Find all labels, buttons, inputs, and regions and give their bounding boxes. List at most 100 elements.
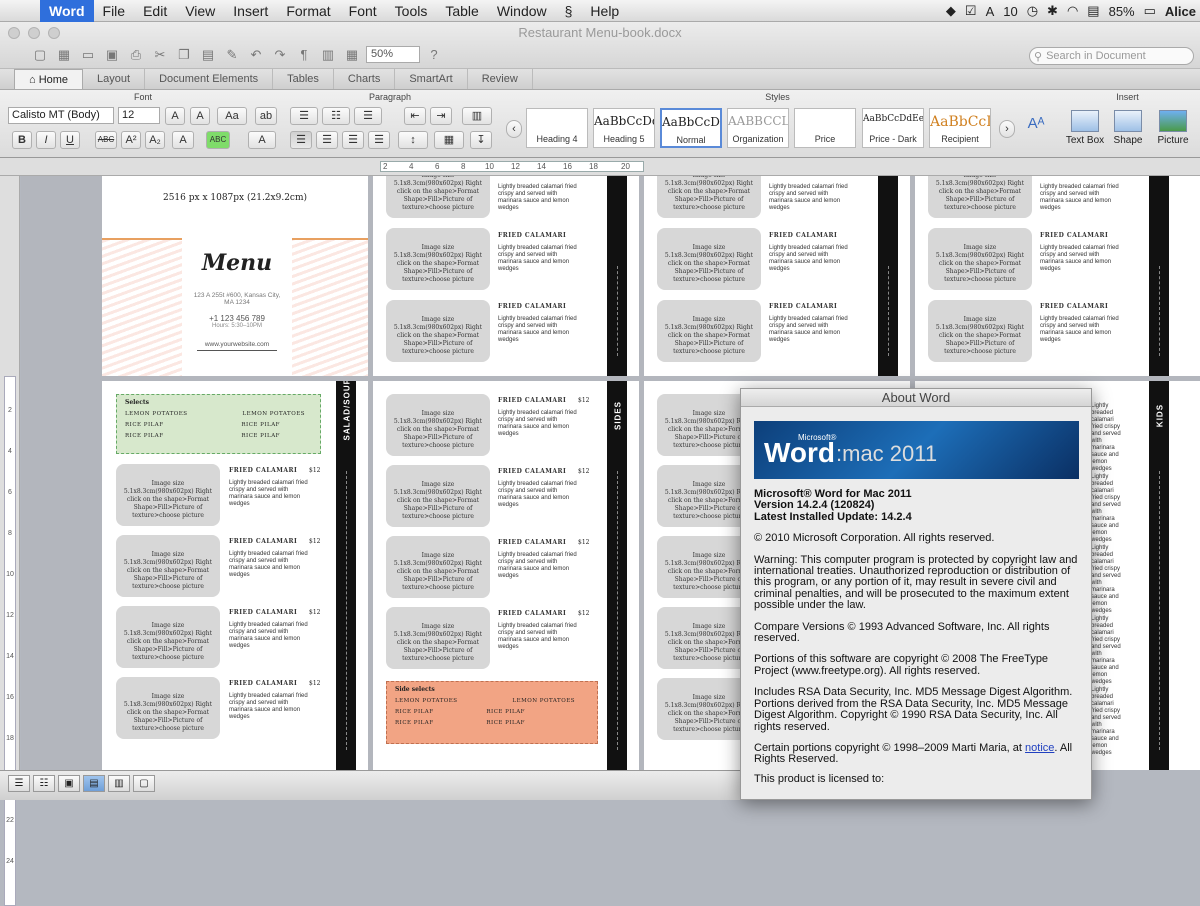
underline-button[interactable]: U xyxy=(60,131,80,149)
open-icon[interactable]: ▭ xyxy=(78,47,98,63)
menu-table[interactable]: Table xyxy=(436,0,487,22)
styles-next-icon[interactable]: › xyxy=(999,120,1015,138)
menu-file[interactable]: File xyxy=(94,0,135,22)
image-placeholder[interactable]: Image size 5.1x8.3cm(980x602px) Right cl… xyxy=(386,607,490,669)
image-placeholder[interactable]: Image size 5.1x8.3cm(980x602px) Right cl… xyxy=(657,300,761,362)
clear-format-button[interactable]: ab xyxy=(255,107,277,125)
image-placeholder[interactable]: Image size 5.1x8.3cm(980x602px) Right cl… xyxy=(386,300,490,362)
tab-charts[interactable]: Charts xyxy=(334,69,396,89)
align-left-icon[interactable]: ☰ xyxy=(290,131,312,149)
bullets-icon[interactable]: ☰ xyxy=(290,107,318,125)
tab-smartart[interactable]: SmartArt xyxy=(395,69,468,89)
elephant-icon[interactable]: ◆ xyxy=(946,3,956,19)
style-recipient[interactable]: AaBbCcI Recipient xyxy=(929,108,991,148)
paste-icon[interactable]: ▤ xyxy=(198,47,218,63)
line-spacing-icon[interactable]: ↕ xyxy=(398,131,428,149)
image-placeholder[interactable]: Image size 5.1x8.3cm(980x602px) Right cl… xyxy=(386,536,490,598)
image-placeholder[interactable]: Image size 5.1x8.3cm(980x602px) Right cl… xyxy=(386,228,490,290)
image-placeholder[interactable]: Image size 5.1x8.3cm(980x602px) Right cl… xyxy=(116,464,220,526)
save-icon[interactable]: ▣ xyxy=(102,47,122,63)
notebook-view-icon[interactable]: ▥ xyxy=(108,775,130,792)
styles-prev-icon[interactable]: ‹ xyxy=(506,120,522,138)
insert-picture-button[interactable]: Picture xyxy=(1150,110,1196,146)
templates-icon[interactable]: ▦ xyxy=(54,47,74,63)
adobe-icon[interactable]: A xyxy=(986,4,995,19)
focus-view-icon[interactable]: ▢ xyxy=(133,775,155,792)
pilcrow-icon[interactable]: ¶ xyxy=(294,47,314,63)
image-placeholder[interactable]: Image size 5.1x8.3cm(980x602px) Right cl… xyxy=(116,606,220,668)
battery-icon[interactable]: ▭ xyxy=(1144,3,1156,19)
new-doc-icon[interactable]: ▢ xyxy=(30,47,50,63)
help-icon[interactable]: ? xyxy=(424,47,444,63)
font-size-select[interactable]: 12 xyxy=(118,107,160,124)
notice-link[interactable]: notice xyxy=(1025,742,1054,754)
image-placeholder[interactable]: Image size 5.1x8.3cm(980x602px) Right cl… xyxy=(928,176,1032,218)
strikethrough-button[interactable]: ABC xyxy=(95,131,117,149)
align-center-icon[interactable]: ☰ xyxy=(316,131,338,149)
manage-styles-icon[interactable]: Aᴬ xyxy=(1022,106,1050,144)
image-placeholder[interactable]: Image size 5.1x8.3cm(980x602px) Right cl… xyxy=(116,677,220,739)
superscript-button[interactable]: A² xyxy=(121,131,141,149)
menu-view[interactable]: View xyxy=(176,0,224,22)
shrink-font-button[interactable]: A xyxy=(190,107,210,125)
justify-icon[interactable]: ☰ xyxy=(368,131,390,149)
flag-icon[interactable]: ▤ xyxy=(1087,3,1099,19)
cut-icon[interactable]: ✂ xyxy=(150,47,170,63)
menu-font[interactable]: Font xyxy=(340,0,386,22)
numbering-icon[interactable]: ☷ xyxy=(322,107,350,125)
image-placeholder[interactable]: Image size 5.1x8.3cm(980x602px) Right cl… xyxy=(386,465,490,527)
style-normal[interactable]: AaBbCcDdI Normal xyxy=(660,108,722,148)
change-case-button[interactable]: Aa xyxy=(217,107,247,125)
check-icon[interactable]: ☑ xyxy=(965,3,977,19)
sidebar-icon[interactable]: ▥ xyxy=(318,47,338,63)
subscript-button[interactable]: A₂ xyxy=(145,131,165,149)
style-organization[interactable]: AABBCCL Organization xyxy=(727,108,789,148)
format-painter-icon[interactable]: ✎ xyxy=(222,47,242,63)
print-icon[interactable]: ⎙ xyxy=(126,47,146,63)
highlight-button[interactable]: ABC xyxy=(206,131,230,149)
wifi-icon[interactable]: ◠ xyxy=(1067,3,1078,19)
grow-font-button[interactable]: A xyxy=(165,107,185,125)
tab-home[interactable]: ⌂ Home xyxy=(14,69,84,89)
text-effects-button[interactable]: A xyxy=(248,131,276,149)
user-name[interactable]: Alice xyxy=(1165,4,1196,19)
image-placeholder[interactable]: Image size 5.1x8.3cm(980x602px) Right cl… xyxy=(657,228,761,290)
menu-window[interactable]: Window xyxy=(488,0,556,22)
publishing-view-icon[interactable]: ▣ xyxy=(58,775,80,792)
redo-icon[interactable]: ↷ xyxy=(270,47,290,63)
tab-review[interactable]: Review xyxy=(468,69,533,89)
increase-indent-icon[interactable]: ⇥ xyxy=(430,107,452,125)
horizontal-ruler[interactable]: 2 4 6 8 10 12 14 16 18 20 xyxy=(0,158,1200,176)
image-placeholder[interactable]: Image size 5.1x8.3cm(980x602px) Right cl… xyxy=(116,535,220,597)
search-input[interactable]: ⚲ Search in Document xyxy=(1029,47,1194,65)
sort-icon[interactable]: ↧ xyxy=(470,131,492,149)
italic-button[interactable]: I xyxy=(36,131,56,149)
columns-icon[interactable]: ▥ xyxy=(462,107,492,125)
bluetooth-icon[interactable]: ✱ xyxy=(1047,3,1058,19)
image-placeholder[interactable]: Image size 5.1x8.3cm(980x602px) Right cl… xyxy=(386,176,490,218)
insert-shape-button[interactable]: Shape xyxy=(1108,110,1148,146)
image-placeholder[interactable]: Image size 5.1x8.3cm(980x602px) Right cl… xyxy=(657,176,761,218)
shading-icon[interactable]: ▦ xyxy=(434,131,464,149)
vertical-ruler[interactable]: 24681012141618202224 xyxy=(0,176,20,906)
script-icon[interactable]: § xyxy=(556,0,582,22)
style-price-dark[interactable]: AaBbCcDdEe Price - Dark xyxy=(862,108,924,148)
menu-format[interactable]: Format xyxy=(277,0,339,22)
image-placeholder[interactable]: Image size 5.1x8.3cm(980x602px) Right cl… xyxy=(928,300,1032,362)
decrease-indent-icon[interactable]: ⇤ xyxy=(404,107,426,125)
multilevel-icon[interactable]: ☰ xyxy=(354,107,382,125)
print-layout-icon[interactable]: ▤ xyxy=(83,775,105,792)
copy-icon[interactable]: ❐ xyxy=(174,47,194,63)
tab-layout[interactable]: Layout xyxy=(83,69,146,89)
tab-tables[interactable]: Tables xyxy=(273,69,334,89)
menu-insert[interactable]: Insert xyxy=(224,0,277,22)
menu-help[interactable]: Help xyxy=(581,0,628,22)
draft-view-icon[interactable]: ☰ xyxy=(8,775,30,792)
bold-button[interactable]: B xyxy=(12,131,32,149)
image-placeholder[interactable]: Image size 5.1x8.3cm(980x602px) Right cl… xyxy=(386,394,490,456)
gallery-icon[interactable]: ▦ xyxy=(342,47,362,63)
style-price[interactable]: Price xyxy=(794,108,856,148)
menu-edit[interactable]: Edit xyxy=(134,0,176,22)
image-placeholder[interactable]: Image size 5.1x8.3cm(980x602px) Right cl… xyxy=(928,228,1032,290)
tab-document-elements[interactable]: Document Elements xyxy=(145,69,274,89)
